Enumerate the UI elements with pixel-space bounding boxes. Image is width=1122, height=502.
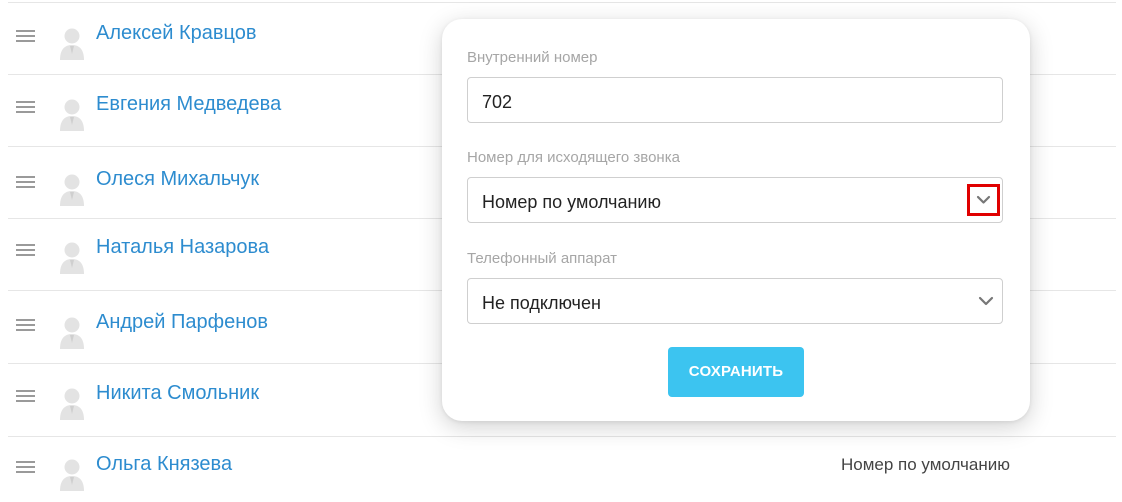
user-avatar-icon — [60, 28, 84, 60]
drag-handle-icon[interactable] — [16, 319, 35, 333]
user-avatar-icon — [60, 459, 84, 491]
drag-handle-icon[interactable] — [16, 176, 35, 190]
chevron-down-icon — [976, 195, 991, 204]
extension-label: Внутренний номер — [467, 49, 598, 66]
user-name-link[interactable]: Алексей Кравцов — [96, 22, 256, 45]
extension-input[interactable]: 702 — [467, 77, 1003, 123]
drag-handle-icon[interactable] — [16, 390, 35, 404]
user-name-link[interactable]: Андрей Парфенов — [96, 311, 268, 334]
outgoing-number-selected: Номер по умолчанию — [482, 192, 661, 212]
list-divider — [8, 436, 1116, 437]
user-avatar-icon — [60, 99, 84, 131]
chevron-down-icon[interactable] — [968, 283, 1004, 319]
user-name-link[interactable]: Никита Смольник — [96, 382, 259, 405]
outgoing-number-dropdown-toggle[interactable] — [967, 184, 1000, 216]
phone-device-select[interactable]: Не подключен — [467, 278, 1003, 324]
extension-value: 702 — [482, 92, 513, 112]
phone-settings-modal: Внутренний номер 702 Номер для исходящег… — [442, 19, 1030, 421]
user-name-link[interactable]: Ольга Князева — [96, 453, 232, 476]
outgoing-number-label: Номер для исходящего звонка — [467, 149, 680, 166]
outgoing-number-value: Номер по умолчанию — [841, 455, 1011, 474]
drag-handle-icon[interactable] — [16, 101, 35, 115]
phone-device-selected: Не подключен — [482, 293, 601, 313]
drag-handle-icon[interactable] — [16, 244, 35, 258]
drag-handle-icon[interactable] — [16, 30, 35, 44]
user-name-link[interactable]: Евгения Медведева — [96, 93, 281, 116]
user-avatar-icon — [60, 174, 84, 206]
list-item: Ольга Князева Номер по умолчанию — [0, 453, 1122, 501]
drag-handle-icon[interactable] — [16, 461, 35, 475]
user-name-link[interactable]: Наталья Назарова — [96, 236, 269, 259]
user-avatar-icon — [60, 317, 84, 349]
user-avatar-icon — [60, 242, 84, 274]
user-name-link[interactable]: Олеся Михальчук — [96, 168, 259, 191]
save-button[interactable]: СОХРАНИТЬ — [668, 347, 804, 397]
phone-device-label: Телефонный аппарат — [467, 250, 617, 267]
list-divider — [8, 2, 1116, 3]
outgoing-number-select[interactable]: Номер по умолчанию — [467, 177, 1003, 223]
user-list-page: Алексей Кравцов Евгения Медведева Олеся … — [0, 0, 1122, 502]
user-avatar-icon — [60, 388, 84, 420]
